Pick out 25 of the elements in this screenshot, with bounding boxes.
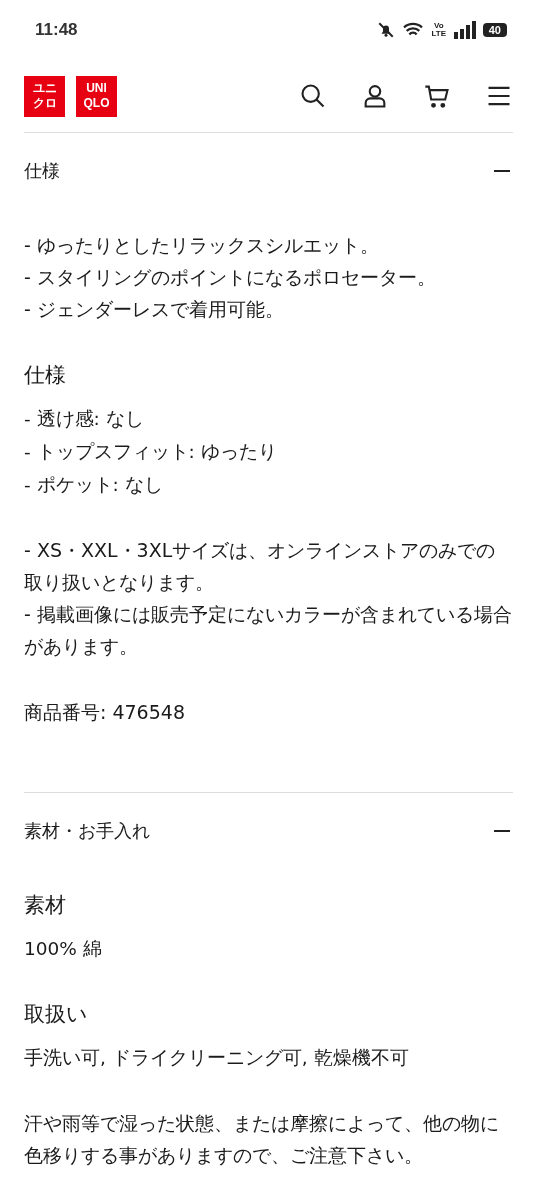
description-text: - スタイリングのポイントになるポロセーター。 [24, 265, 437, 290]
description-text: 商品番号: 476548 [24, 700, 186, 725]
subheading: 仕様 [24, 362, 67, 389]
network-label: Vo LTE [430, 22, 447, 38]
section-title[interactable]: 素材・お手入れ [24, 819, 150, 843]
search-icon[interactable] [299, 82, 327, 110]
section-title[interactable]: 仕様 [24, 159, 60, 183]
spec-line: - トップスフィット: ゆったり [24, 440, 278, 464]
spec-line: - ポケット: なし [24, 473, 164, 497]
subheading: 素材 [24, 892, 67, 919]
signal-icon [453, 21, 476, 39]
spec-line: 手洗い可, ドライクリーニング可, 乾燥機不可 [24, 1046, 410, 1070]
battery-indicator: 40 [482, 23, 507, 37]
description-text: - ジェンダーレスで着用可能。 [24, 297, 285, 322]
description-text: - ゆったりとしたリラックスシルエット。 [24, 233, 380, 258]
logo[interactable]: ユニ クロ [24, 75, 65, 117]
muted-bell-icon [376, 21, 395, 39]
description-text: - 掲載画像には販売予定にないカラーが含まれている場合があります。 [24, 602, 513, 659]
spec-line: 100% 綿 [24, 937, 103, 961]
status-time: 11:48 [35, 20, 78, 40]
description-text: - XS・XXL・3XLサイズは、オンラインストアのみでの取り扱いとなります。 [24, 538, 497, 595]
description-text: 汗や雨等で湿った状態、または摩擦によって、他の物に色移りする事がありますので、ご注意下さい。 [24, 1111, 500, 1168]
logo[interactable]: UNI QLO [76, 75, 117, 117]
spec-line: - 透け感: なし [24, 407, 145, 431]
subheading: 取扱い [24, 1001, 89, 1028]
